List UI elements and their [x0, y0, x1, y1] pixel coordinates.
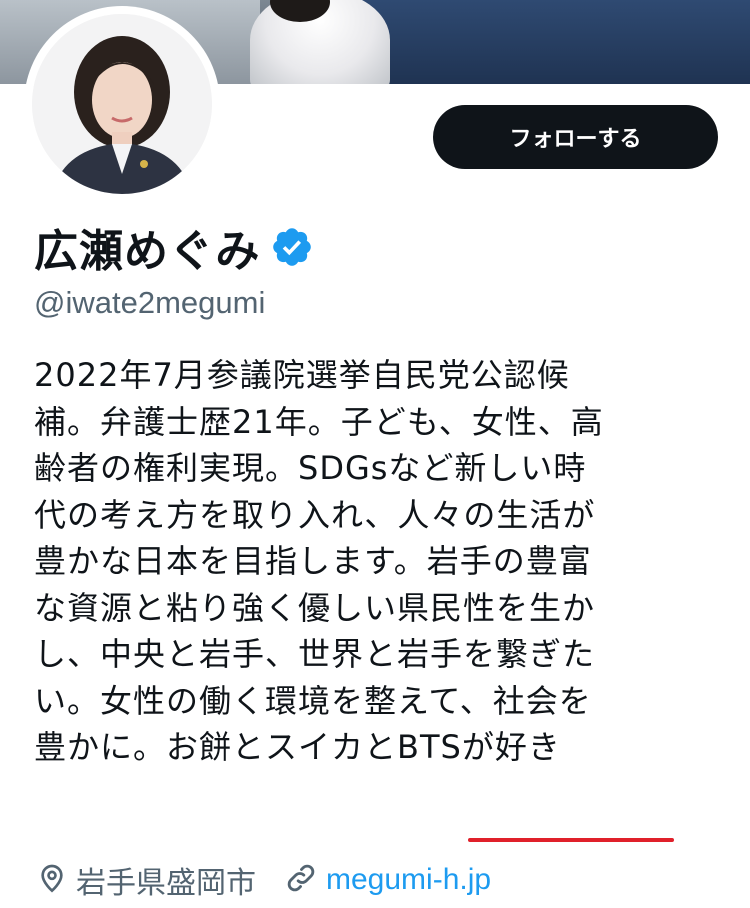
- location-item: 岩手県盛岡市: [36, 858, 256, 902]
- link-icon: [284, 861, 318, 899]
- annotation-underline: [468, 838, 674, 842]
- bio-line: し、中央と岩手、世界と岩手を繋ぎた: [34, 635, 596, 673]
- bio-line: 豊かな日本を目指します。岩手の豊富: [34, 542, 592, 580]
- website-link[interactable]: megumi-h.jp: [326, 863, 491, 897]
- bio-line: 豊かに。お餅とスイカとBTSが好き: [34, 728, 561, 766]
- profile-bio: 2022年7月参議院選挙自民党公認候 補。弁護士歴21年。子ども、女性、高 齢者…: [34, 352, 724, 771]
- follow-button[interactable]: フォローする: [433, 105, 718, 169]
- bio-line: 補。弁護士歴21年。子ども、女性、高: [34, 402, 604, 441]
- user-handle: @iwate2megumi: [34, 285, 266, 320]
- location-pin-icon: [36, 860, 68, 900]
- bio-line: 2022年7月参議院選挙自民党公認候: [34, 356, 570, 394]
- name-row: 広瀬めぐみ: [34, 218, 314, 277]
- avatar[interactable]: [32, 14, 212, 194]
- verified-badge-icon: [270, 225, 314, 269]
- bio-line: い。女性の働く環境を整えて、社会を: [34, 681, 592, 720]
- avatar-frame[interactable]: [24, 6, 220, 202]
- profile-meta: 岩手県盛岡市 megumi-h.jp: [36, 856, 519, 904]
- bio-line: 代の考え方を取り入れ、人々の生活が: [34, 495, 596, 534]
- display-name: 広瀬めぐみ: [34, 226, 261, 277]
- website-item[interactable]: megumi-h.jp: [284, 861, 491, 899]
- banner-vehicle: [360, 0, 750, 84]
- bio-line: な資源と粘り強く優しい県民性を生か: [34, 588, 596, 627]
- bio-line: 齢者の権利実現。SDGsなど新しい時: [34, 449, 587, 487]
- avatar-image: [32, 14, 212, 194]
- location-text: 岩手県盛岡市: [76, 866, 256, 901]
